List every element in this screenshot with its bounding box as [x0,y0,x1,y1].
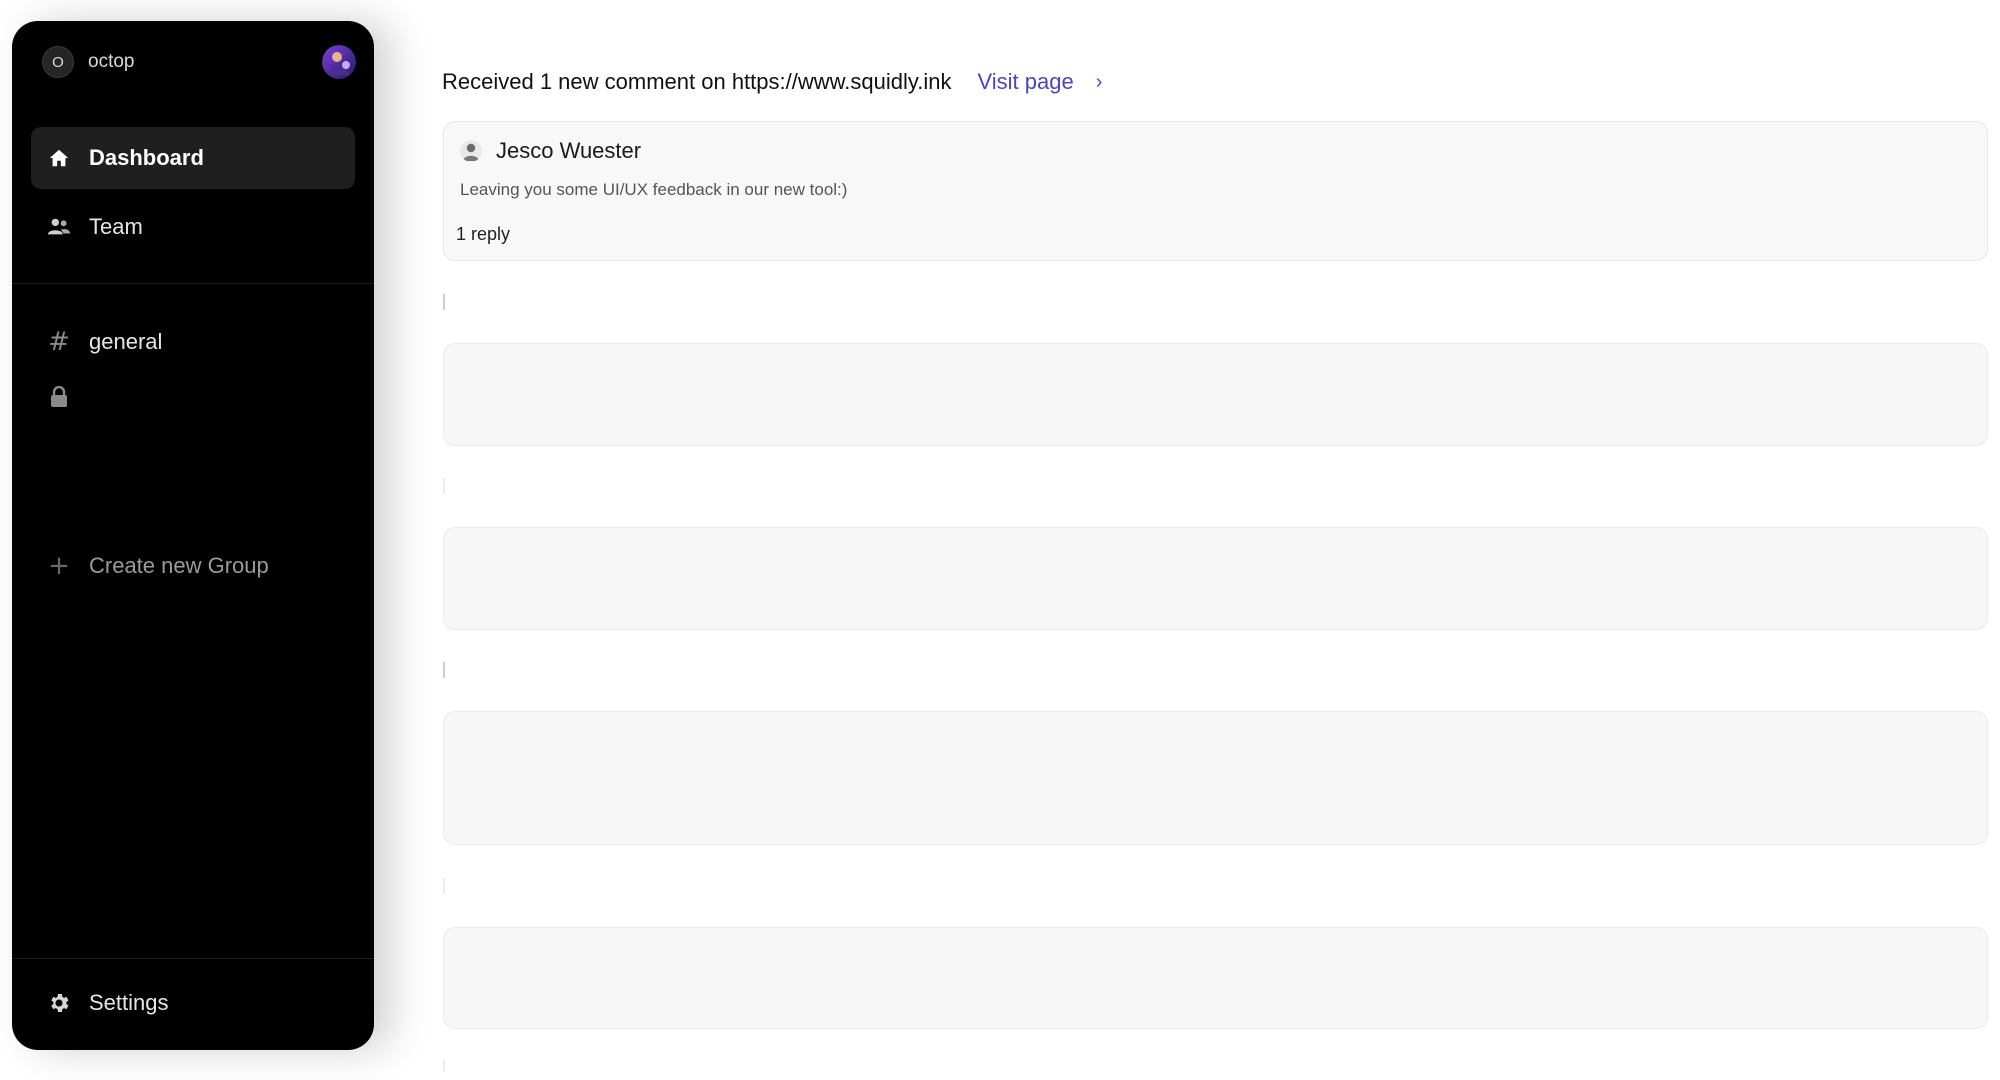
thread-marker [443,294,445,310]
loading-card [443,343,1988,446]
channel-label: general [89,329,163,354]
thread-marker [443,662,445,678]
comment-body: Leaving you some UI/UX feedback in our n… [460,180,848,199]
create-group-button[interactable]: + Create new Group [31,535,355,597]
thread-marker [443,1060,445,1072]
chevron-right-icon: › [1095,70,1103,93]
sidebar: O octop Dashboard Team # general + Creat… [12,21,374,1050]
home-icon [45,144,73,172]
sidebar-item-label: Settings [89,990,169,1015]
loading-card [443,711,1988,845]
workspace-name: octop [88,51,135,72]
sidebar-channel-private[interactable] [31,366,355,428]
lock-icon [45,383,73,411]
loading-card [443,927,1988,1029]
visit-page-link[interactable]: Visit page › [978,69,1103,95]
sidebar-item-label: Dashboard [89,145,204,170]
thread-marker [443,878,445,894]
avatar-icon [460,140,482,162]
users-icon [45,213,73,241]
gear-icon [45,989,73,1017]
workspace-switcher[interactable]: O octop [42,45,356,79]
sidebar-divider [12,283,374,284]
visit-page-label: Visit page [977,69,1074,94]
comment-author-avatar [460,140,482,162]
sidebar-item-settings[interactable]: Settings [31,972,355,1034]
workspace-badge: O [42,46,74,78]
user-avatar[interactable] [322,45,356,79]
thread-marker [443,478,445,494]
notification-text: Received 1 new comment on https://www.sq… [442,69,952,94]
notification-header: Received 1 new comment on https://www.sq… [442,64,1102,100]
sidebar-item-dashboard[interactable]: Dashboard [31,127,355,189]
loading-card [443,527,1988,630]
sidebar-divider [12,958,374,959]
sidebar-item-label: Team [89,214,143,239]
hash-icon: # [48,327,70,357]
sidebar-channel-general[interactable]: # general [31,311,355,373]
sidebar-item-team[interactable]: Team [31,196,355,258]
user-avatar-icon [322,45,356,79]
plus-icon: + [48,551,70,581]
create-group-label: Create new Group [89,553,269,578]
comment-header: Jesco Wuester [460,138,641,164]
comment-card[interactable]: Jesco Wuester Leaving you some UI/UX fee… [443,121,1988,261]
comment-replies-link[interactable]: 1 reply [456,224,510,245]
comment-author: Jesco Wuester [496,138,642,163]
